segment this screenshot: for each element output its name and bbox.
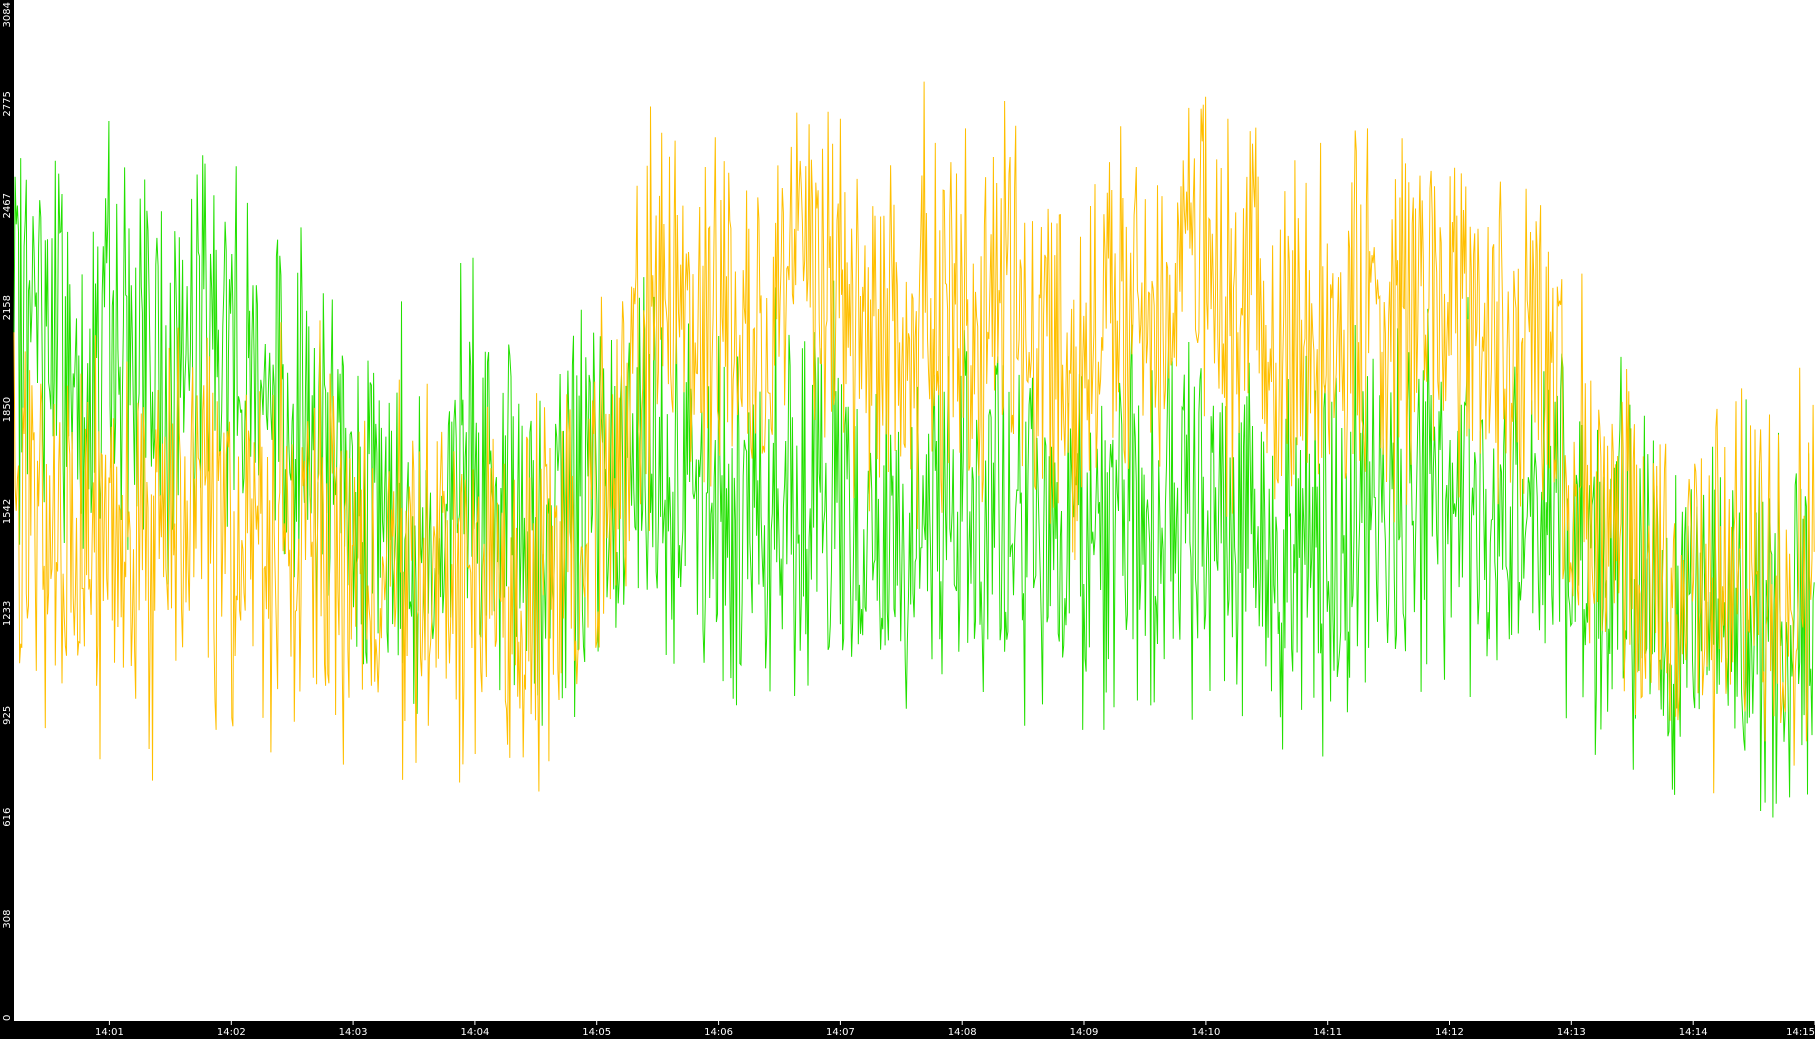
x-tick-label: 14:03 xyxy=(339,1027,368,1038)
series-layer xyxy=(13,81,1815,818)
series-line-0 xyxy=(13,120,1815,818)
y-tick-label: 2775 xyxy=(2,91,13,116)
x-tick-label: 14:01 xyxy=(95,1027,124,1038)
line-chart: 0 308 616 925 1233 1542 1850 2158 2467 2775 3084 1… xyxy=(0,0,1815,1039)
x-tick-label: 14:07 xyxy=(826,1027,855,1038)
y-tick-label: 616 xyxy=(2,808,13,827)
y-tick-label: 1850 xyxy=(2,397,13,422)
y-tick-label: 308 xyxy=(2,910,13,929)
y-tick-label: 2158 xyxy=(2,295,13,320)
x-tick-label: 14:13 xyxy=(1557,1027,1586,1038)
y-tick-label: 1233 xyxy=(2,601,13,626)
y-tick-label: 925 xyxy=(2,706,13,725)
x-tick-label: 14:14 xyxy=(1679,1027,1708,1038)
y-tick-label: 3084 xyxy=(2,2,13,27)
x-tick-label: 14:04 xyxy=(460,1027,489,1038)
y-tick-label: 1542 xyxy=(2,499,13,524)
x-tick-label: 14:15 xyxy=(1786,1027,1815,1038)
x-tick-label: 14:02 xyxy=(217,1027,246,1038)
x-axis-strip xyxy=(0,1021,1815,1039)
x-tick-label: 14:08 xyxy=(948,1027,977,1038)
x-tick-label: 14:09 xyxy=(1070,1027,1099,1038)
x-tick-label: 14:11 xyxy=(1313,1027,1342,1038)
chart-container: 0 308 616 925 1233 1542 1850 2158 2467 2775 3084 1… xyxy=(0,0,1815,1039)
y-tick-label: 2467 xyxy=(2,193,13,218)
x-tick-label: 14:12 xyxy=(1435,1027,1464,1038)
x-tick-label: 14:06 xyxy=(704,1027,733,1038)
y-tick-label: 0 xyxy=(2,1015,13,1021)
x-tick-label: 14:05 xyxy=(582,1027,611,1038)
x-tick-label: 14:10 xyxy=(1191,1027,1220,1038)
